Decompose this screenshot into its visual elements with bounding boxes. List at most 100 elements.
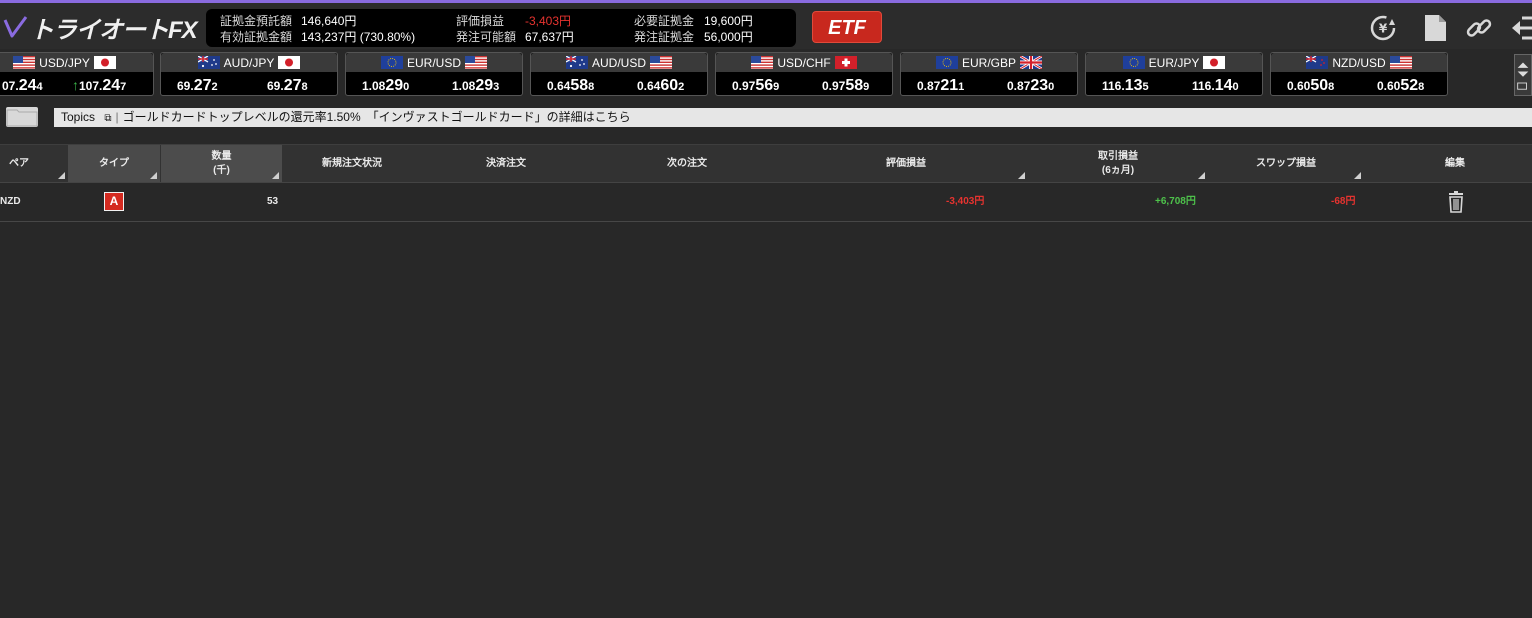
ask-price-fraction: 3 [493, 81, 500, 93]
ask-price-main: 0.87 [1007, 79, 1031, 93]
logout-icon[interactable] [1506, 13, 1532, 43]
col-next-order-label: 次の注文 [667, 157, 707, 169]
etf-button[interactable]: ETF [812, 11, 882, 43]
bid-price-pips: 56 [755, 77, 774, 94]
ask-price[interactable]: ↑107.247 [72, 77, 126, 95]
currency-pair: NZD/USD [1332, 55, 1386, 70]
flag-us-icon [650, 56, 672, 69]
col-pair[interactable]: ペア [0, 145, 68, 182]
flag-us-icon [1389, 56, 1412, 69]
col-settle-order-label: 決済注文 [486, 157, 526, 169]
rate-tile-header: AUD/JPY [161, 53, 337, 72]
rate-tile-header: USD/CHF [716, 53, 892, 72]
ask-price[interactable]: 0.60528 [1377, 77, 1424, 95]
bid-price[interactable]: 0.97569 [732, 77, 779, 95]
ask-price-pips: 24 [102, 77, 121, 94]
app-logo[interactable]: トライオートFX [2, 13, 198, 44]
rate-tile-aud-usd[interactable]: AUD/USD 0.64588 0.64602 [530, 52, 708, 96]
flag-au-icon [197, 56, 220, 69]
ask-price-pips: 29 [475, 77, 494, 94]
bid-price-fraction: 2 [211, 81, 218, 93]
ask-price-pips: 52 [1400, 77, 1419, 94]
ask-price-main: 0.60 [1377, 79, 1401, 93]
flag-nz-icon [1306, 56, 1329, 69]
rate-tile-eur-gbp[interactable]: EUR/GBP 0.87211 0.87230 [900, 52, 1078, 96]
rate-tile-eur-jpy[interactable]: EUR/JPY 116.135 116.140 [1085, 52, 1263, 96]
bid-price[interactable]: 0.87211 [917, 77, 964, 95]
ask-price[interactable]: 1.08293 [452, 77, 499, 95]
flag-us-icon [13, 56, 36, 69]
rate-tile-usd-jpy[interactable]: USD/JPY 07.244 ↑107.247 [0, 52, 154, 96]
link-icon[interactable] [1464, 13, 1494, 43]
ask-price[interactable]: 0.87230 [1007, 77, 1054, 95]
ask-price-fraction: 9 [863, 81, 870, 93]
col-type-label: タイプ [99, 157, 129, 169]
col-quantity[interactable]: 数量 (千) [161, 145, 282, 182]
required-margin-value: 19,600円 [704, 14, 753, 28]
bid-price[interactable]: 116.135 [1102, 77, 1149, 95]
yen-refresh-icon[interactable]: ¥ [1368, 13, 1398, 43]
bid-price-pips: 29 [385, 77, 404, 94]
ask-price[interactable]: 116.140 [1192, 77, 1239, 95]
rate-tile-header: EUR/USD [346, 53, 522, 72]
bid-price[interactable]: 07.244 [2, 77, 43, 95]
orderable-label: 発注可能額 [456, 30, 517, 44]
ask-price-main: 116. [1192, 79, 1215, 93]
bid-price[interactable]: 0.64588 [547, 77, 594, 95]
col-trade-pl[interactable]: 取引損益 (6ヵ月) [1028, 145, 1208, 182]
bid-price[interactable]: 0.60508 [1287, 77, 1334, 95]
positions-table-header: ペア タイプ 数量 (千) 新規注文状況 決済注文 次の注文 評価損益 取引損益 (… [0, 144, 1532, 183]
orderable-value: 67,637円 [525, 30, 574, 44]
col-unrealized-pl[interactable]: 評価損益 [784, 145, 1028, 182]
topics-text[interactable]: ゴールドカードトップレベルの還元率1.50% 「インヴァストゴールドカード」の詳… [123, 110, 631, 124]
ask-price[interactable]: 0.97589 [822, 77, 869, 95]
bid-price-main: 0.60 [1287, 79, 1311, 93]
row-quantity: 53 [267, 196, 279, 207]
flag-au-icon [565, 56, 588, 69]
bid-price-fraction: 1 [958, 81, 965, 93]
ask-price-main: 1.08 [452, 79, 476, 93]
row-pair: NZD [0, 196, 21, 207]
required-margin-label: 必要証拠金 [634, 14, 695, 28]
bid-price[interactable]: 1.08290 [362, 77, 409, 95]
col-unrealized-pl-label: 評価損益 [886, 157, 926, 169]
rate-tile-nzd-usd[interactable]: NZD/USD 0.60508 0.60528 [1270, 52, 1448, 96]
rate-tile-aud-jpy[interactable]: AUD/JPY 69.272 69.278 [160, 52, 338, 96]
row-swap-pl: -68円 [1331, 196, 1356, 207]
ask-price-pips: 14 [1214, 77, 1233, 94]
ask-price-pips: 60 [660, 77, 679, 94]
col-new-order: 新規注文状況 [282, 145, 422, 182]
col-trade-pl-label: 取引損益 [1098, 150, 1138, 162]
app-name: トライオートFX [30, 16, 198, 44]
topics-bar[interactable]: Topics ⧉ | ゴールドカードトップレベルの還元率1.50% 「インヴァストゴ… [54, 108, 1532, 127]
col-edit: 編集 [1364, 145, 1532, 182]
ask-price-fraction: 8 [301, 81, 308, 93]
document-icon[interactable] [1420, 13, 1450, 43]
popout-icon[interactable]: ⧉ [104, 113, 111, 124]
rate-tile-usd-chf[interactable]: USD/CHF 0.97569 0.97589 [715, 52, 893, 96]
ask-price-main: 0.97 [822, 79, 846, 93]
ask-price[interactable]: 0.64602 [637, 77, 684, 95]
flag-eu-icon [380, 56, 403, 69]
ask-price[interactable]: 69.278 [267, 77, 308, 95]
col-pair-label: ペア [9, 157, 29, 169]
rate-tile-eur-usd[interactable]: EUR/USD 1.08290 1.08293 [345, 52, 523, 96]
ask-price-main: 0.64 [637, 79, 661, 93]
flag-gb-icon [1020, 56, 1042, 69]
trash-icon[interactable] [1446, 191, 1466, 213]
tile-scroll-control[interactable] [1514, 54, 1532, 96]
col-swap-pl[interactable]: スワップ損益 [1208, 145, 1364, 182]
currency-pair: EUR/GBP [961, 55, 1016, 70]
ask-price-fraction: 8 [1418, 81, 1425, 93]
ask-price-main: 107. [79, 79, 103, 93]
col-trade-pl-period: (6ヵ月) [1101, 164, 1135, 176]
flag-us-icon [751, 56, 774, 69]
table-row[interactable]: NZD A 53 -3,403円 +6,708円 -68円 [0, 182, 1532, 222]
ask-price-fraction: 0 [1232, 81, 1239, 93]
ask-price-pips: 58 [845, 77, 864, 94]
bid-price-main: 116. [1102, 79, 1125, 93]
bid-price[interactable]: 69.272 [177, 77, 218, 95]
row-unrealized-pl: -3,403円 [946, 196, 985, 207]
col-type[interactable]: タイプ [68, 145, 160, 182]
folder-icon[interactable] [6, 107, 38, 127]
